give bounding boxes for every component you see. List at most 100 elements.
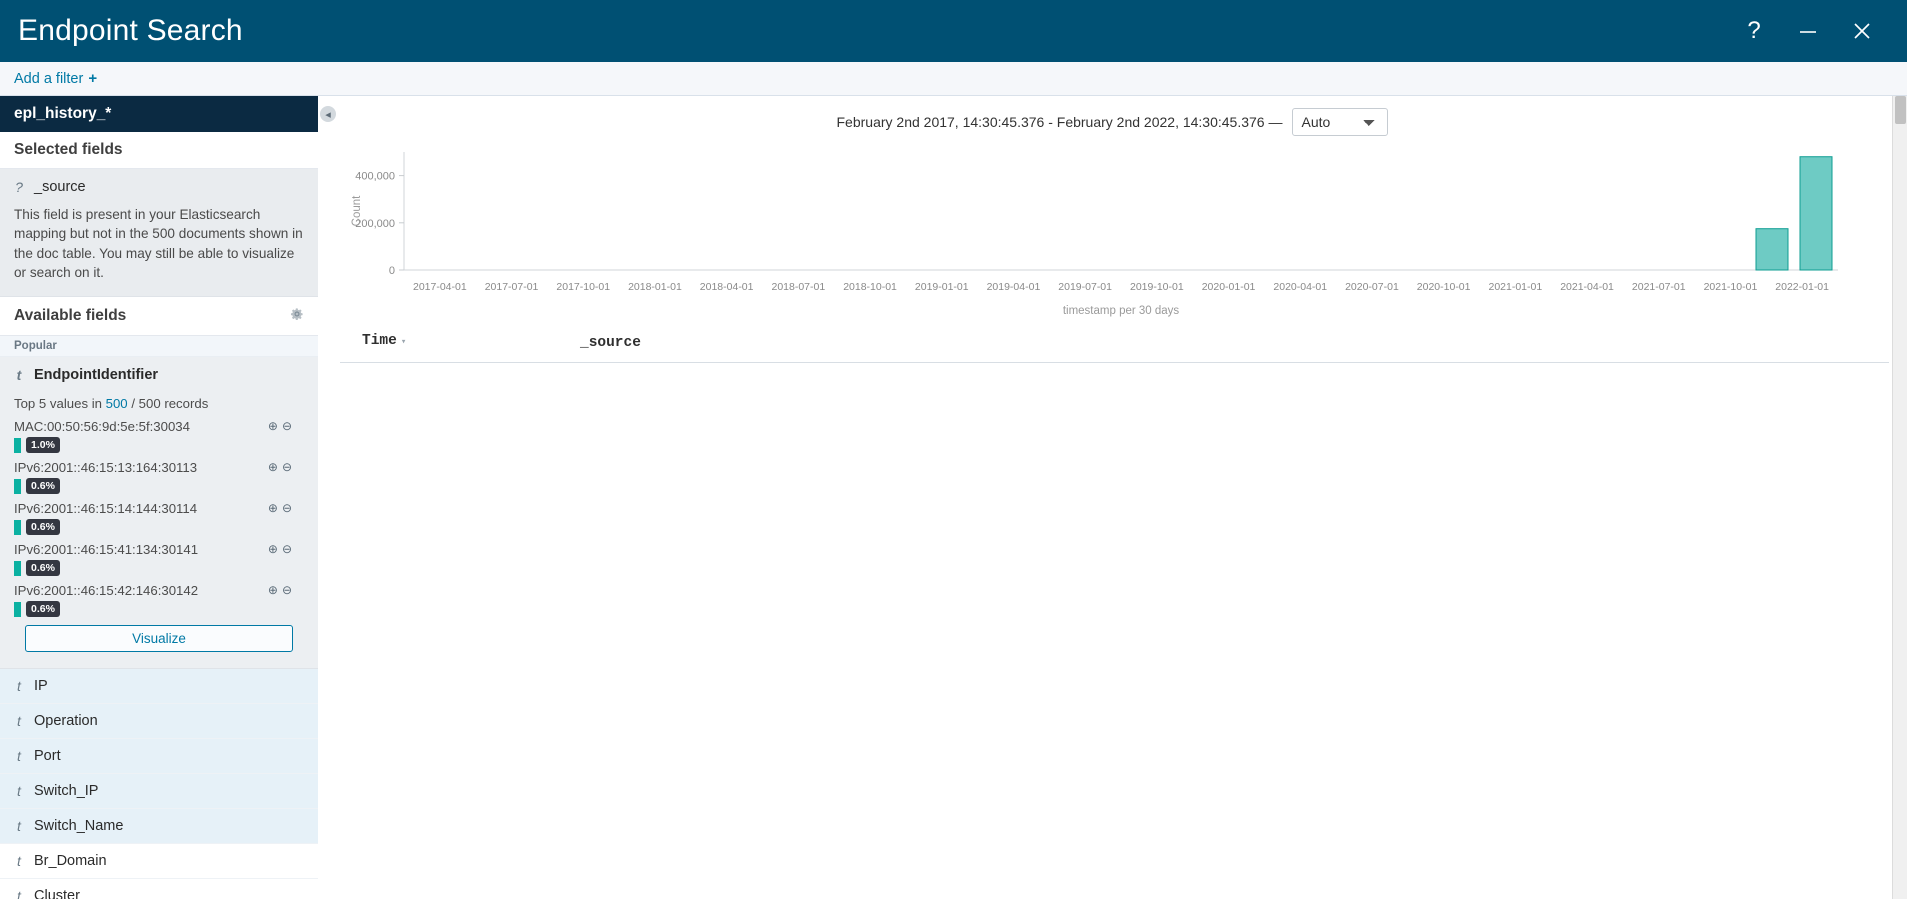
field-row-endpointidentifier[interactable]: t EndpointIdentifier — [14, 367, 304, 383]
field-name-label: Switch_Name — [34, 818, 124, 835]
top-values-prefix: Top 5 values in — [14, 396, 106, 412]
index-pattern-selector[interactable]: epl_history_* — [0, 96, 318, 132]
sidebar-field-switch_name[interactable]: t Switch_Name — [0, 809, 318, 845]
available-fields-list: t IP t Operation t Port t Switch_IP t Switch_Name… — [0, 669, 318, 899]
top-value-bar — [14, 437, 21, 453]
field-row[interactable]: t Operation — [14, 713, 304, 729]
svg-text:2017-07-01: 2017-07-01 — [485, 281, 539, 293]
filter-out-value-icon[interactable]: ⊖ — [282, 501, 292, 515]
available-fields-heading: Available fields — [0, 297, 318, 337]
top-value-percent: 0.6% — [26, 601, 60, 618]
field-type-icon: ? — [15, 179, 23, 195]
field-name-label: Cluster — [34, 888, 80, 899]
popular-fields-label: Popular — [0, 336, 318, 358]
top-value-item: IPv6:2001::46:15:42:146:30142 0.6% ⊕ ⊖ — [14, 583, 304, 618]
top-value-label: IPv6:2001::46:15:14:144:30114 — [14, 501, 198, 517]
popular-field-endpointidentifier[interactable]: t EndpointIdentifier Top 5 values in 500… — [0, 357, 318, 670]
help-button[interactable]: ? — [1727, 0, 1781, 62]
top-value-percent: 0.6% — [26, 560, 60, 577]
body-wrapper: epl_history_* Selected fields ? _source … — [0, 96, 1907, 899]
interval-select[interactable]: AutoMillisecondSecondMinuteHourlyDailyWe… — [1292, 108, 1389, 136]
filter-out-value-icon[interactable]: ⊖ — [282, 583, 292, 597]
selected-field-source[interactable]: ? _source This field is present in your … — [0, 169, 318, 298]
top-value-bar-row: 0.6% — [14, 519, 304, 536]
filter-out-value-icon[interactable]: ⊖ — [282, 460, 292, 474]
svg-text:2021-10-01: 2021-10-01 — [1704, 281, 1758, 293]
main-vertical-scrollbar[interactable] — [1892, 96, 1907, 899]
svg-text:2021-07-01: 2021-07-01 — [1632, 281, 1686, 293]
top-value-filter-icons: ⊕ ⊖ — [268, 542, 292, 556]
field-type-icon: t — [17, 713, 21, 730]
top-value-bar — [14, 560, 21, 576]
filter-for-value-icon[interactable]: ⊕ — [268, 501, 278, 515]
field-name-label: _source — [34, 179, 86, 195]
field-type-icon: t — [17, 818, 21, 835]
filter-out-value-icon[interactable]: ⊖ — [282, 542, 292, 556]
gear-icon[interactable] — [290, 307, 304, 325]
top-value-filter-icons: ⊕ ⊖ — [268, 501, 292, 515]
field-row[interactable]: t Switch_IP — [14, 783, 304, 799]
filter-out-value-icon[interactable]: ⊖ — [282, 419, 292, 433]
field-type-icon: t — [17, 888, 21, 899]
field-row[interactable]: t Switch_Name — [14, 818, 304, 834]
top-value-filter-icons: ⊕ ⊖ — [268, 583, 292, 597]
field-row-source[interactable]: ? _source — [14, 179, 304, 195]
add-filter-button[interactable]: Add a filter + — [14, 70, 97, 87]
sidebar-field-ip[interactable]: t IP — [0, 669, 318, 705]
field-type-icon: t — [17, 678, 21, 695]
index-pattern-label: epl_history_* — [14, 105, 112, 122]
minimize-button[interactable] — [1781, 0, 1835, 62]
sidebar-field-port[interactable]: t Port — [0, 739, 318, 775]
expand-column-header — [340, 332, 362, 354]
filter-for-value-icon[interactable]: ⊕ — [268, 460, 278, 474]
top-value-bar — [14, 601, 21, 617]
column-header-time[interactable]: Time ▾ — [362, 332, 580, 354]
filter-for-value-icon[interactable]: ⊕ — [268, 583, 278, 597]
documents-table: Time ▾ _source — [340, 332, 1889, 364]
svg-text:2020-07-01: 2020-07-01 — [1345, 281, 1399, 293]
filter-bar: Add a filter + — [0, 62, 1907, 96]
sidebar-field-switch_ip[interactable]: t Switch_IP — [0, 774, 318, 810]
plus-icon: + — [88, 70, 98, 87]
close-button[interactable] — [1835, 0, 1889, 62]
scrollbar-thumb[interactable] — [1895, 96, 1906, 124]
top-value-bar — [14, 519, 21, 535]
svg-text:2020-01-01: 2020-01-01 — [1202, 281, 1256, 293]
filter-for-value-icon[interactable]: ⊕ — [268, 419, 278, 433]
field-row[interactable]: t Port — [14, 748, 304, 764]
field-row[interactable]: t Cluster — [14, 888, 304, 899]
top-value-label: IPv6:2001::46:15:13:164:30113 — [14, 460, 198, 476]
sidebar-field-cluster[interactable]: t Cluster — [0, 879, 318, 899]
discover-sidebar: epl_history_* Selected fields ? _source … — [0, 96, 318, 899]
field-name-label: Switch_IP — [34, 783, 99, 800]
table-header-row: Time ▾ _source — [340, 332, 1889, 364]
available-fields-label: Available fields — [14, 307, 127, 325]
field-name-label: Br_Domain — [34, 853, 107, 870]
top-values-count: 500 — [105, 396, 128, 412]
svg-text:2018-04-01: 2018-04-01 — [700, 281, 754, 293]
sidebar-field-operation[interactable]: t Operation — [0, 704, 318, 740]
field-row[interactable]: t Br_Domain — [14, 853, 304, 869]
top-value-percent: 0.6% — [26, 478, 60, 495]
svg-text:2021-01-01: 2021-01-01 — [1488, 281, 1542, 293]
top-value-bar-row: 0.6% — [14, 601, 304, 618]
field-name-label: Port — [34, 748, 61, 765]
top-values-list: MAC:00:50:56:9d:5e:5f:30034 1.0% ⊕ ⊖ IPv6:20… — [14, 419, 304, 618]
field-type-icon: t — [17, 853, 21, 870]
filter-for-value-icon[interactable]: ⊕ — [268, 542, 278, 556]
field-name-label: IP — [34, 678, 48, 695]
svg-text:2020-10-01: 2020-10-01 — [1417, 281, 1471, 293]
top-value-bar — [14, 478, 21, 494]
page-title: Endpoint Search — [18, 14, 243, 47]
column-header-source[interactable]: _source — [580, 332, 1889, 354]
time-range-row: February 2nd 2017, 14:30:45.376 - Februa… — [318, 96, 1907, 140]
field-row[interactable]: t IP — [14, 678, 304, 694]
top-value-bar-row: 0.6% — [14, 560, 304, 577]
chevron-left-icon[interactable]: ◂ — [320, 106, 336, 122]
column-header-time-label: Time — [362, 333, 397, 349]
sort-caret-icon[interactable]: ▾ — [401, 337, 406, 347]
source-field-description: This field is present in your Elasticsea… — [14, 207, 303, 280]
sidebar-field-br_domain[interactable]: t Br_Domain — [0, 844, 318, 880]
visualize-button[interactable]: Visualize — [25, 625, 293, 653]
histogram-chart[interactable]: 0 200,000 400,000 Count 2017-04-01 2017-07-01… — [338, 144, 1887, 322]
